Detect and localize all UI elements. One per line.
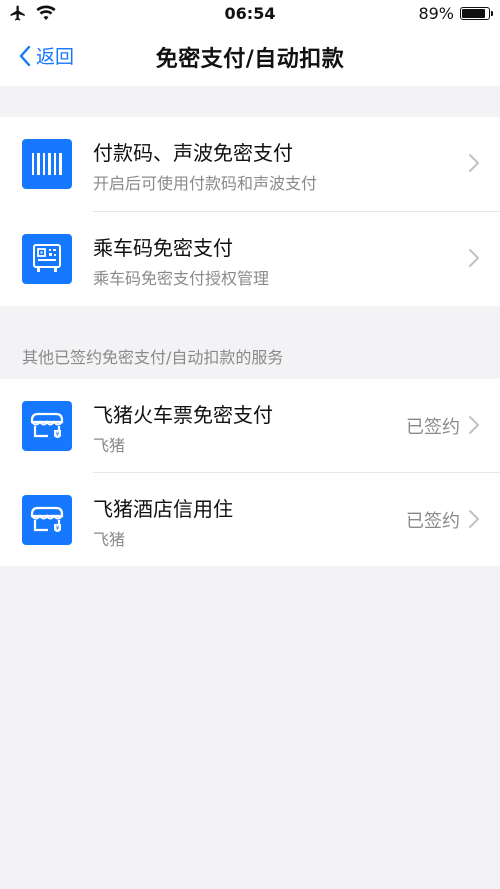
list-item-paycode[interactable]: 付款码、声波免密支付 开启后可使用付款码和声波支付	[0, 117, 500, 211]
barcode-icon	[22, 139, 72, 189]
main-section: 付款码、声波免密支付 开启后可使用付款码和声波支付 乘车码免密支付 乘车码免密支…	[0, 117, 500, 306]
chevron-right-icon	[469, 249, 479, 267]
svg-text:¥: ¥	[56, 525, 60, 532]
item-title: 乘车码免密支付	[93, 236, 233, 260]
item-subtitle: 飞猪	[93, 436, 126, 455]
list-item-fliggy-hotel[interactable]: ¥ 飞猪酒店信用住 飞猪 已签约	[0, 473, 500, 567]
item-title: 付款码、声波免密支付	[93, 141, 293, 165]
chevron-right-icon	[469, 154, 479, 172]
item-subtitle: 飞猪	[93, 530, 126, 549]
fliggy-store-icon: ¥	[22, 495, 72, 545]
other-section: ¥ 飞猪火车票免密支付 飞猪 已签约 ¥ 飞猪酒店信用住 飞猪 已签约	[0, 379, 500, 566]
svg-text:¥: ¥	[56, 431, 60, 438]
status-bar: 06:54 89%	[0, 0, 500, 28]
section-header: 其他已签约免密支付/自动扣款的服务	[22, 348, 284, 367]
status-badge: 已签约	[406, 511, 460, 532]
item-title: 飞猪酒店信用住	[93, 497, 233, 521]
list-item-bus-code[interactable]: 乘车码免密支付 乘车码免密支付授权管理	[0, 212, 500, 306]
item-title: 飞猪火车票免密支付	[93, 403, 273, 427]
bus-qr-icon	[22, 234, 72, 284]
item-subtitle: 乘车码免密支付授权管理	[93, 269, 270, 288]
fliggy-store-icon: ¥	[22, 401, 72, 451]
battery-fill	[462, 9, 485, 18]
item-subtitle: 开启后可使用付款码和声波支付	[93, 174, 318, 193]
chevron-right-icon	[469, 416, 479, 434]
chevron-right-icon	[469, 510, 479, 528]
status-badge: 已签约	[406, 417, 460, 438]
page-title: 免密支付/自动扣款	[155, 47, 345, 72]
status-right: 89%	[418, 4, 493, 23]
list-item-fliggy-train[interactable]: ¥ 飞猪火车票免密支付 飞猪 已签约	[0, 379, 500, 473]
nav-bar: 返回 免密支付/自动扣款	[0, 28, 500, 86]
battery-icon	[460, 7, 493, 20]
battery-percent: 89%	[418, 4, 454, 23]
